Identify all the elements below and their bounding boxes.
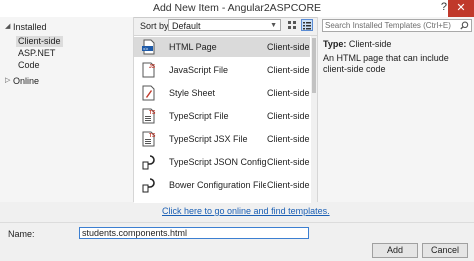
chevron-down-icon: ▼: [270, 22, 277, 29]
sort-value: Default: [172, 21, 201, 31]
tree-node-client-side[interactable]: Client-side: [16, 36, 63, 47]
template-name: TypeScript File: [169, 111, 229, 121]
template-name: Style Sheet: [169, 88, 216, 98]
details-pane: Type: Client-side An HTML page that can …: [317, 17, 474, 202]
typescript-file-icon: TS: [142, 108, 156, 124]
search-box[interactable]: [322, 19, 472, 32]
template-item[interactable]: Style Sheet Client-side: [134, 83, 310, 103]
template-item[interactable]: TS TypeScript File Client-side: [134, 106, 310, 126]
list-view-button[interactable]: [301, 19, 313, 31]
help-button[interactable]: ?: [441, 1, 447, 13]
bower-config-icon: [142, 178, 155, 193]
tree-node-label: Installed: [13, 22, 47, 32]
template-category: Client-side: [267, 157, 310, 167]
category-tree: ◢ Installed Client-side ASP.NET Code ▷ O…: [0, 17, 134, 202]
template-item[interactable]: JS JavaScript File Client-side: [134, 60, 310, 80]
sort-dropdown[interactable]: Default ▼: [168, 19, 281, 31]
template-name: Bower Configuration File: [169, 180, 266, 190]
window-title: Add New Item - Angular2ASPCORE: [152, 2, 322, 14]
template-toolbar: Sort by: Default ▼: [134, 17, 317, 35]
template-name: TypeScript JSX File: [169, 134, 248, 144]
typescript-jsx-file-icon: TS: [142, 131, 156, 147]
bottom-bar: Name: Add Cancel: [0, 222, 474, 261]
template-item[interactable]: TypeScript JSON Configurati... Client-si…: [134, 152, 310, 172]
template-category: Client-side: [267, 180, 310, 190]
sort-label: Sort by:: [140, 21, 172, 31]
name-label: Name:: [8, 229, 35, 239]
cancel-button[interactable]: Cancel: [422, 243, 468, 258]
template-item[interactable]: <> HTML Page Client-side: [134, 37, 310, 57]
template-name: HTML Page: [169, 42, 217, 52]
template-category: Client-side: [267, 42, 310, 52]
find-online-templates-link[interactable]: Click here to go online and find templat…: [162, 206, 330, 216]
scrollbar-thumb[interactable]: [312, 38, 316, 93]
list-view-icon: [303, 22, 311, 30]
type-value: Client-side: [348, 39, 392, 49]
tree-node-label: Online: [13, 76, 40, 86]
tree-node-aspnet[interactable]: ASP.NET: [18, 48, 55, 59]
template-name: TypeScript JSON Configurati...: [169, 157, 266, 167]
expanded-arrow-icon: ◢: [5, 23, 11, 30]
template-name: JavaScript File: [169, 65, 229, 75]
template-item[interactable]: Bower Configuration File Client-side: [134, 175, 310, 195]
search-icon[interactable]: [460, 21, 469, 30]
svg-text:JS: JS: [149, 64, 156, 70]
template-category: Client-side: [267, 111, 310, 121]
grid-view-icon: [288, 21, 296, 29]
svg-text:TS: TS: [149, 133, 156, 139]
type-label: Type:: [323, 39, 347, 49]
svg-text:<>: <>: [143, 46, 149, 51]
style-sheet-icon: [142, 85, 155, 101]
html-page-icon: <>: [142, 39, 155, 55]
svg-text:TS: TS: [149, 110, 156, 116]
template-category: Client-side: [267, 65, 310, 75]
name-input[interactable]: [79, 227, 309, 239]
json-config-icon: [142, 155, 155, 170]
search-input[interactable]: [325, 20, 459, 31]
title-bar: Add New Item - Angular2ASPCORE ? ✕: [0, 0, 474, 18]
template-item[interactable]: TS TypeScript JSX File Client-side: [134, 129, 310, 149]
template-category: Client-side: [267, 134, 310, 144]
add-button[interactable]: Add: [372, 243, 418, 258]
template-description: An HTML page that can include client-sid…: [323, 53, 449, 74]
close-button[interactable]: ✕: [448, 0, 474, 17]
template-list[interactable]: <> HTML Page Client-side JS JavaScript F…: [134, 35, 317, 203]
type-info: Type: Client-side: [323, 39, 391, 49]
template-category: Client-side: [267, 88, 310, 98]
grid-view-button[interactable]: [286, 19, 298, 31]
collapsed-arrow-icon: ▷: [5, 77, 11, 84]
javascript-file-icon: JS: [142, 62, 156, 78]
tree-node-code[interactable]: Code: [18, 60, 40, 71]
